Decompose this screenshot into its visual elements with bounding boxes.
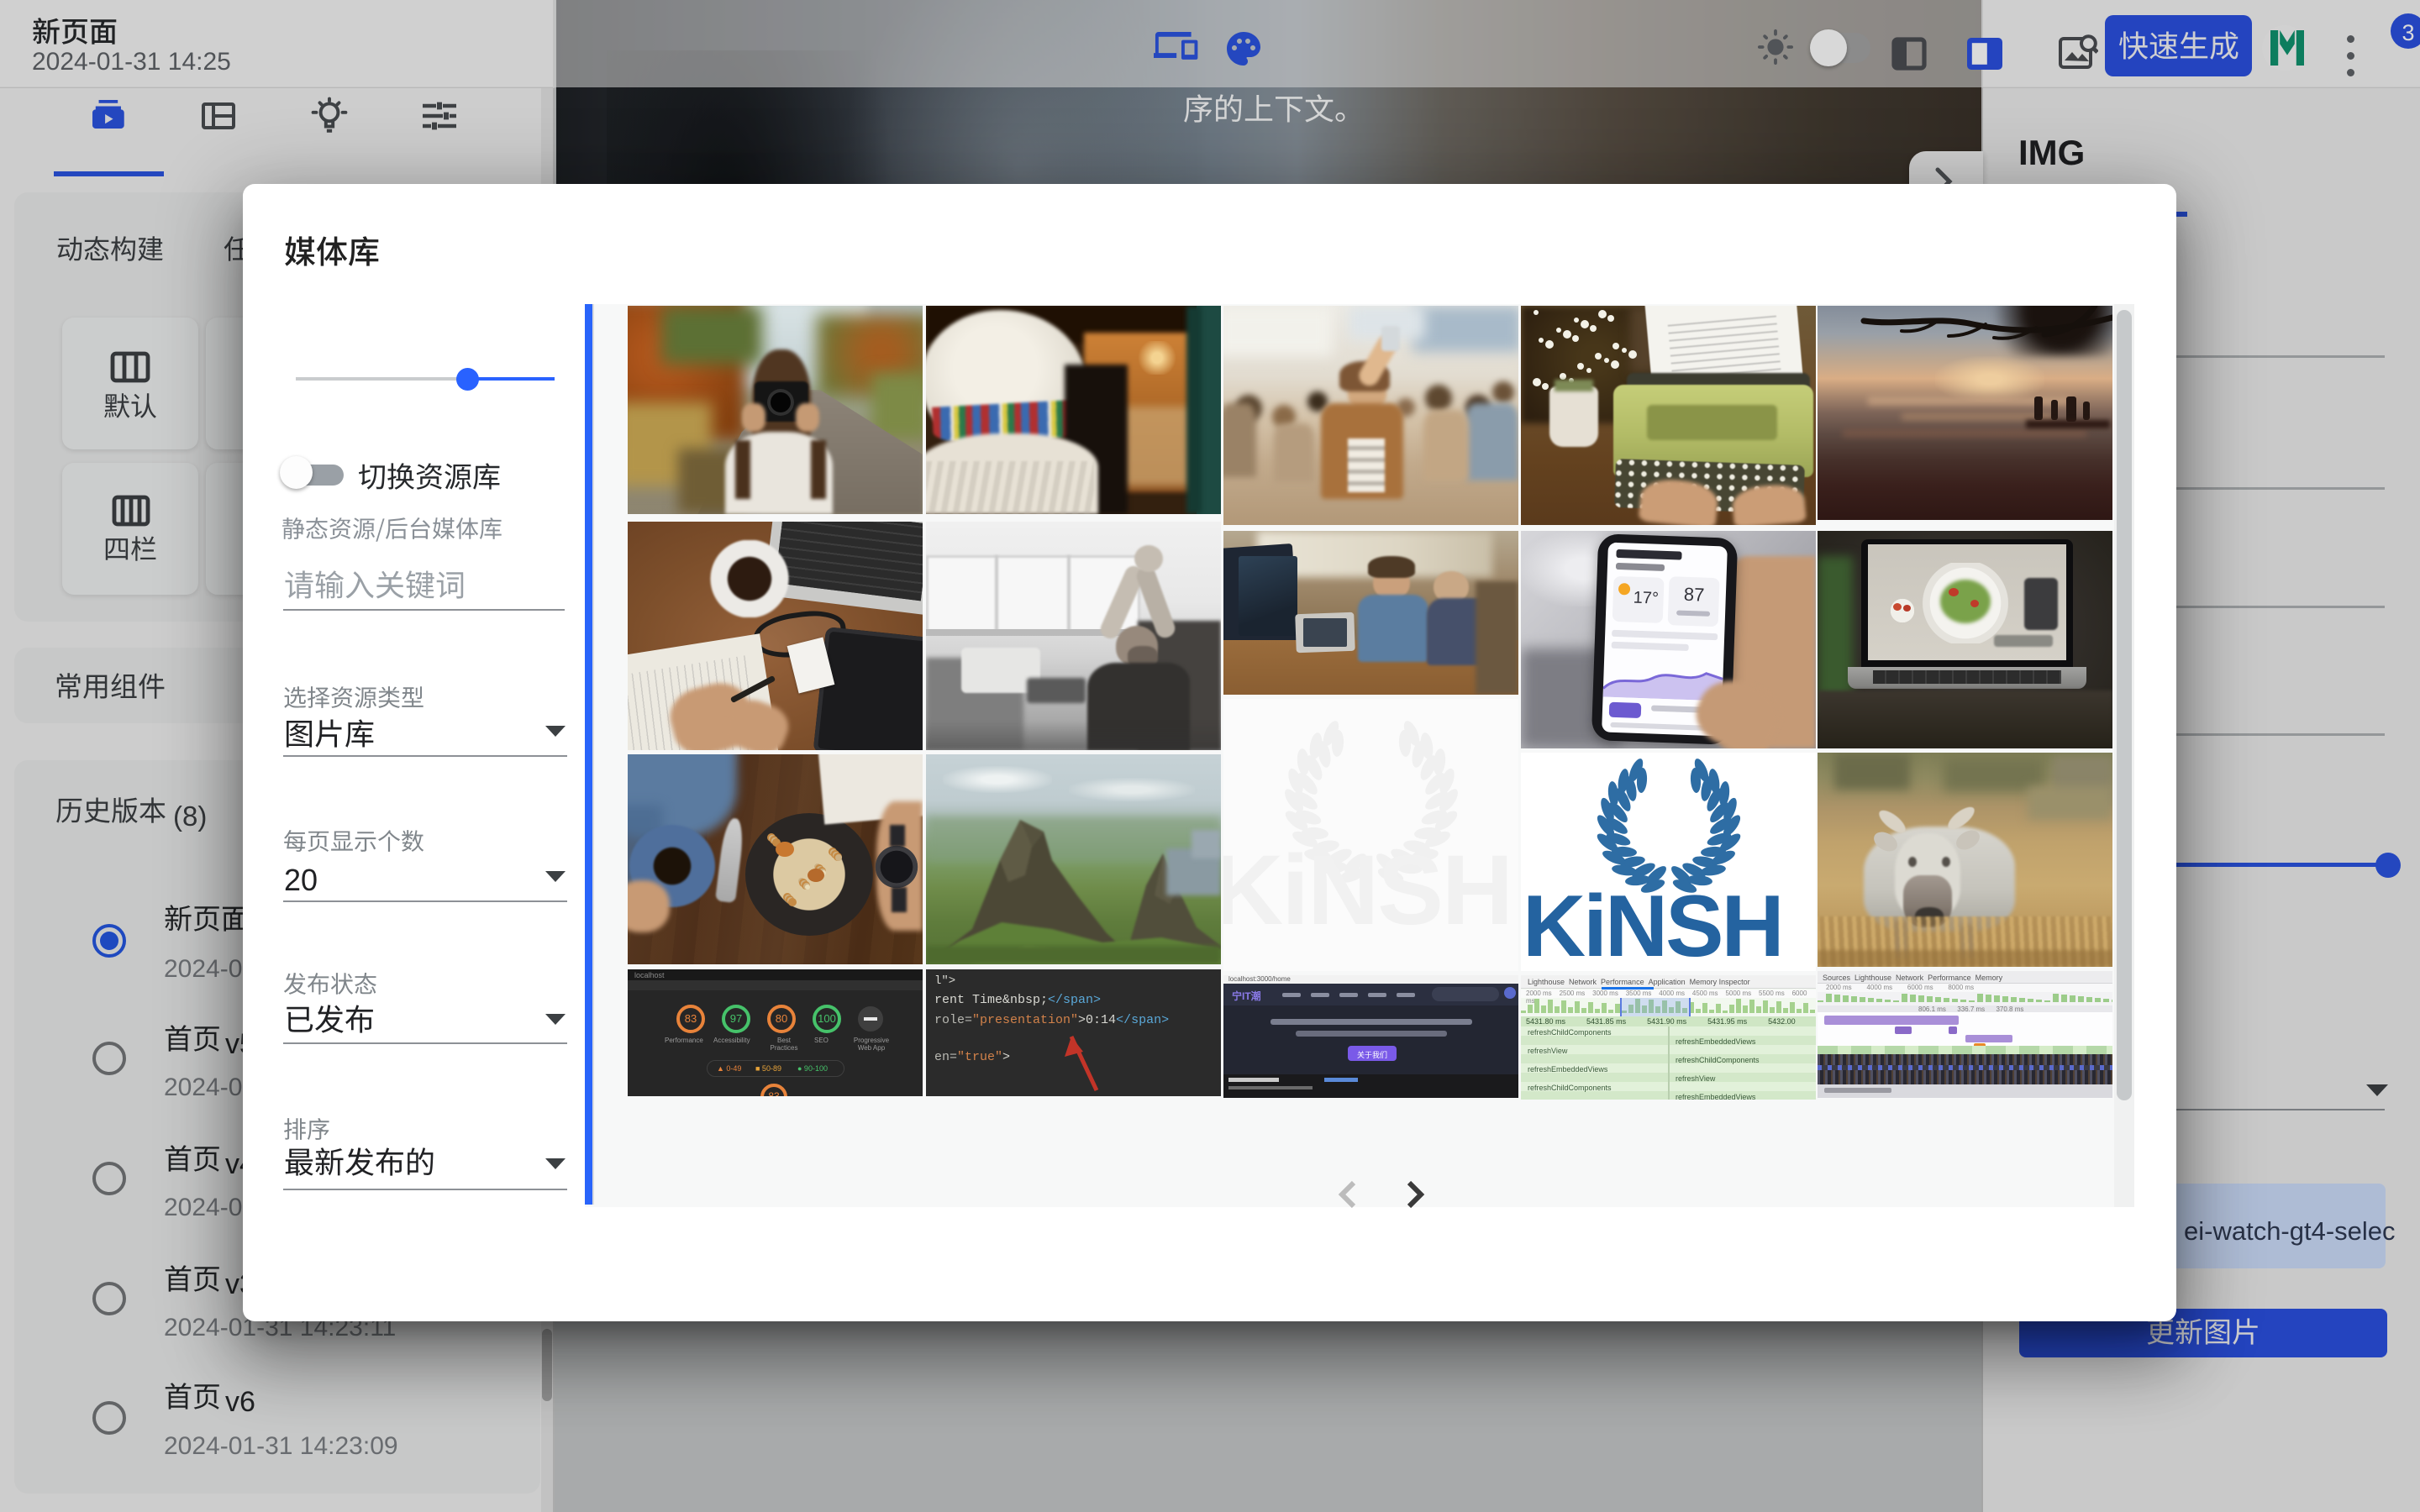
svg-text:KiNSH: KiNSH <box>1223 835 1512 946</box>
svg-text:KiNSH: KiNSH <box>1523 878 1782 971</box>
